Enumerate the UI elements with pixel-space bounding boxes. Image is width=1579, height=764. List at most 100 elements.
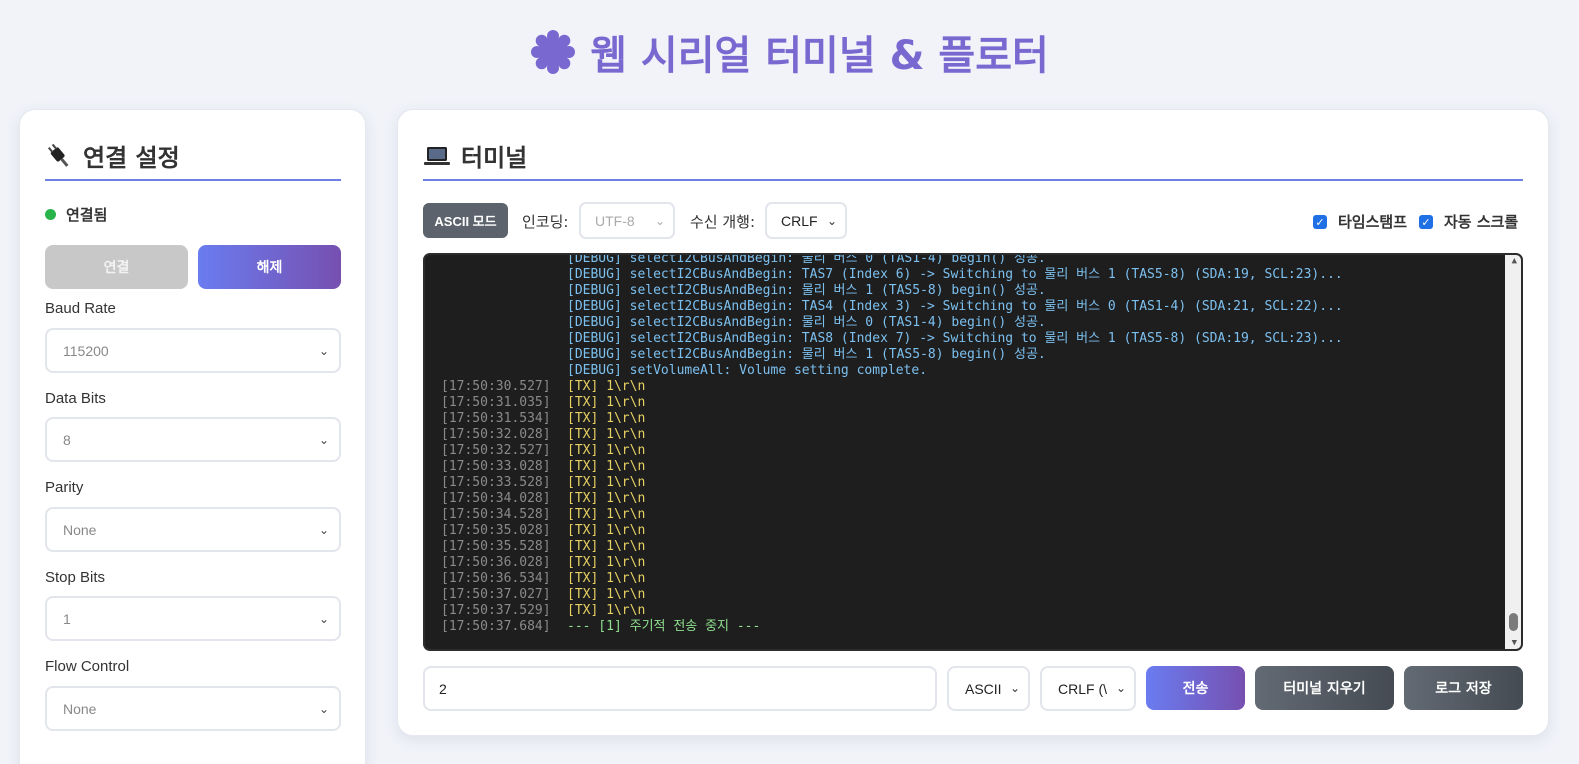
- send-input-value: 2: [439, 680, 447, 697]
- line-text: [TX] 1\r\n: [567, 427, 646, 442]
- terminal-line: [17:50:34.528] [TX] 1\r\n: [441, 507, 1501, 523]
- line-timestamp: [17:50:35.028]: [441, 523, 551, 538]
- stop-bits-select[interactable]: 1 ⌄: [45, 596, 341, 641]
- send-format-select[interactable]: ASCII ⌄: [947, 666, 1030, 711]
- send-button[interactable]: 전송: [1146, 666, 1245, 710]
- rx-newline-select[interactable]: CRLF ⌄: [765, 202, 847, 239]
- send-format-value: ASCII: [965, 680, 1002, 697]
- line-timestamp: [17:50:30.527]: [441, 379, 551, 394]
- send-newline-select[interactable]: CRLF (\ ⌄: [1040, 666, 1136, 711]
- line-text: [TX] 1\r\n: [567, 443, 646, 458]
- terminal-line: [17:50:36.534] [TX] 1\r\n: [441, 571, 1501, 587]
- line-text: --- [1] 주기적 전송 중지 ---: [567, 619, 761, 634]
- terminal-line: [DEBUG] selectI2CBusAndBegin: TAS4 (Inde…: [441, 299, 1501, 315]
- terminal-line: [DEBUG] setVolumeAll: Volume setting com…: [441, 363, 1501, 379]
- data-bits-value: 8: [63, 431, 71, 448]
- line-timestamp: [17:50:33.028]: [441, 459, 551, 474]
- terminal-line: [17:50:37.529] [TX] 1\r\n: [441, 603, 1501, 619]
- save-log-button[interactable]: 로그 저장: [1404, 666, 1523, 710]
- scroll-down-icon[interactable]: ▼: [1512, 638, 1517, 648]
- clear-terminal-button[interactable]: 터미널 지우기: [1255, 666, 1394, 710]
- data-bits-label: Data Bits: [45, 390, 106, 407]
- line-text: [TX] 1\r\n: [567, 587, 646, 602]
- send-newline-value: CRLF (\: [1058, 680, 1107, 697]
- laptop-icon: [424, 146, 450, 165]
- ascii-mode-button[interactable]: ASCII 모드: [423, 203, 508, 238]
- terminal-line: [DEBUG] selectI2CBusAndBegin: TAS7 (Inde…: [441, 267, 1501, 283]
- terminal-scrollbar[interactable]: ▲ ▼: [1505, 255, 1521, 649]
- data-bits-select[interactable]: 8 ⌄: [45, 417, 341, 462]
- line-timestamp: [17:50:34.528]: [441, 507, 551, 522]
- gear-icon: [531, 30, 576, 74]
- chevron-down-icon: ⌄: [1115, 681, 1126, 695]
- flow-control-label: Flow Control: [45, 658, 130, 675]
- timestamp-label: 타임스탬프: [1338, 213, 1408, 231]
- connection-status: 연결됨: [45, 204, 107, 225]
- line-timestamp: [17:50:32.527]: [441, 443, 551, 458]
- flow-control-value: None: [63, 700, 97, 717]
- line-text: [TX] 1\r\n: [567, 539, 646, 554]
- line-text: [DEBUG] selectI2CBusAndBegin: 물리 버스 0 (T…: [567, 253, 1046, 266]
- terminal-line: [DEBUG] selectI2CBusAndBegin: 물리 버스 1 (T…: [441, 283, 1501, 299]
- line-text: [DEBUG] selectI2CBusAndBegin: TAS8 (Inde…: [567, 331, 1343, 346]
- line-text: [DEBUG] selectI2CBusAndBegin: 물리 버스 0 (T…: [567, 315, 1046, 330]
- line-timestamp: [17:50:31.035]: [441, 395, 551, 410]
- status-dot-icon: [45, 209, 56, 220]
- scroll-thumb[interactable]: [1509, 613, 1518, 631]
- terminal-line: [17:50:33.028] [TX] 1\r\n: [441, 459, 1501, 475]
- chevron-down-icon: ⌄: [826, 214, 837, 228]
- baud-rate-select[interactable]: 115200 ⌄: [45, 328, 341, 373]
- chevron-down-icon: ⌄: [318, 612, 329, 626]
- encoding-select[interactable]: UTF-8 ⌄: [579, 202, 675, 239]
- line-text: [TX] 1\r\n: [567, 379, 646, 394]
- chevron-down-icon: ⌄: [318, 523, 329, 537]
- terminal-line: [17:50:37.027] [TX] 1\r\n: [441, 587, 1501, 603]
- terminal-line: [17:50:36.028] [TX] 1\r\n: [441, 555, 1501, 571]
- line-text: [TX] 1\r\n: [567, 523, 646, 538]
- line-text: [TX] 1\r\n: [567, 571, 646, 586]
- line-text: [TX] 1\r\n: [567, 603, 646, 618]
- line-timestamp: [17:50:33.528]: [441, 475, 551, 490]
- page-header: 웹 시리얼 터미널 & 플로터: [0, 22, 1579, 82]
- terminal-line: [17:50:33.528] [TX] 1\r\n: [441, 475, 1501, 491]
- chevron-down-icon: ⌄: [318, 344, 329, 358]
- stop-bits-value: 1: [63, 610, 71, 627]
- connection-panel: 연결 설정 연결됨 연결 해제 Baud Rate 115200 ⌄ Data …: [19, 109, 366, 764]
- terminal-line: [17:50:35.028] [TX] 1\r\n: [441, 523, 1501, 539]
- terminal-line: [DEBUG] selectI2CBusAndBegin: 물리 버스 0 (T…: [441, 253, 1501, 267]
- connect-button[interactable]: 연결: [45, 245, 188, 289]
- page-title: 웹 시리얼 터미널 & 플로터: [590, 33, 1049, 79]
- line-timestamp: [17:50:36.028]: [441, 555, 551, 570]
- chevron-down-icon: ⌄: [654, 214, 665, 228]
- line-text: [DEBUG] selectI2CBusAndBegin: TAS7 (Inde…: [567, 267, 1343, 282]
- terminal-line: [DEBUG] selectI2CBusAndBegin: TAS8 (Inde…: [441, 331, 1501, 347]
- plug-icon: [47, 143, 69, 167]
- line-text: [TX] 1\r\n: [567, 555, 646, 570]
- parity-select[interactable]: None ⌄: [45, 507, 341, 552]
- line-text: [DEBUG] selectI2CBusAndBegin: 물리 버스 1 (T…: [567, 347, 1046, 362]
- autoscroll-checkbox[interactable]: ✓: [1419, 215, 1433, 229]
- disconnect-button[interactable]: 해제: [198, 245, 341, 289]
- line-timestamp: [17:50:32.028]: [441, 427, 551, 442]
- flow-control-select[interactable]: None ⌄: [45, 686, 341, 731]
- terminal-line: [17:50:32.527] [TX] 1\r\n: [441, 443, 1501, 459]
- send-input[interactable]: 2: [423, 666, 937, 711]
- terminal-line: [17:50:31.035] [TX] 1\r\n: [441, 395, 1501, 411]
- terminal-line: [DEBUG] selectI2CBusAndBegin: 물리 버스 0 (T…: [441, 315, 1501, 331]
- terminal-line: [17:50:35.528] [TX] 1\r\n: [441, 539, 1501, 555]
- terminal-panel-title: 터미널: [423, 138, 527, 173]
- scroll-up-icon[interactable]: ▲: [1512, 256, 1517, 266]
- line-text: [TX] 1\r\n: [567, 411, 646, 426]
- timestamp-checkbox[interactable]: ✓: [1313, 215, 1327, 229]
- connection-panel-title: 연결 설정: [45, 138, 180, 173]
- chevron-down-icon: ⌄: [318, 702, 329, 716]
- terminal-line: [17:50:34.028] [TX] 1\r\n: [441, 491, 1501, 507]
- line-text: [DEBUG] selectI2CBusAndBegin: 물리 버스 1 (T…: [567, 283, 1046, 298]
- terminal-line: [17:50:31.534] [TX] 1\r\n: [441, 411, 1501, 427]
- terminal-line: [17:50:32.028] [TX] 1\r\n: [441, 427, 1501, 443]
- terminal-output[interactable]: [DEBUG] selectI2CBusAndBegin: 물리 버스 0 (T…: [423, 253, 1523, 651]
- line-timestamp: [17:50:35.528]: [441, 539, 551, 554]
- chevron-down-icon: ⌄: [318, 433, 329, 447]
- line-timestamp: [17:50:36.534]: [441, 571, 551, 586]
- parity-value: None: [63, 521, 97, 538]
